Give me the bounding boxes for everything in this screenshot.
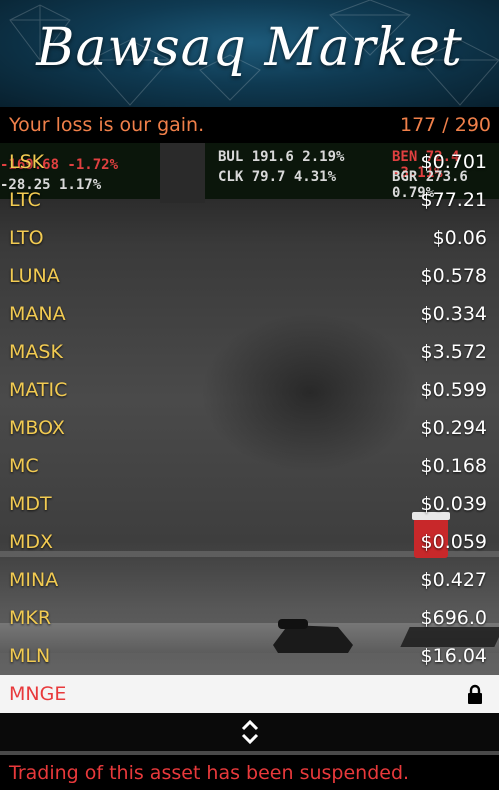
- asset-row[interactable]: MLN $16.04: [0, 637, 499, 675]
- asset-row[interactable]: MBOX $0.294: [0, 409, 499, 447]
- asset-symbol: MDX: [9, 531, 54, 553]
- asset-price: $0.168: [420, 455, 487, 477]
- scroll-up-down-icon[interactable]: [240, 718, 260, 746]
- asset-row[interactable]: MANA $0.334: [0, 295, 499, 333]
- asset-rows: LSK $0.701 LTC $77.21 LTO $0.06 LUNA $0.578 MANA…: [0, 143, 499, 713]
- asset-symbol: MKR: [9, 607, 52, 629]
- asset-price: $0.334: [420, 303, 487, 325]
- asset-price: $0.294: [420, 417, 487, 439]
- asset-row[interactable]: LTO $0.06: [0, 219, 499, 257]
- asset-row[interactable]: MATIC $0.599: [0, 371, 499, 409]
- asset-price: $77.21: [420, 189, 487, 211]
- item-counter: 177 / 290: [399, 114, 491, 136]
- asset-symbol: MLN: [9, 645, 51, 667]
- asset-row[interactable]: MKR $696.0: [0, 599, 499, 637]
- asset-symbol: MINA: [9, 569, 59, 591]
- asset-price: $0.427: [420, 569, 487, 591]
- scroll-nav[interactable]: [0, 713, 499, 751]
- asset-price: $696.0: [420, 607, 487, 629]
- asset-row[interactable]: MC $0.168: [0, 447, 499, 485]
- asset-symbol: LSK: [9, 151, 45, 173]
- asset-price: $0.599: [420, 379, 487, 401]
- asset-list[interactable]: BUL 191.6 2.19% CLK 79.7 4.31% BEN 72.4 …: [0, 143, 499, 713]
- asset-price: $0.059: [420, 531, 487, 553]
- asset-price: $0.06: [432, 227, 487, 249]
- asset-price: $0.039: [420, 493, 487, 515]
- asset-row[interactable]: LUNA $0.578: [0, 257, 499, 295]
- asset-symbol: LUNA: [9, 265, 60, 287]
- asset-price: $3.572: [420, 341, 487, 363]
- asset-symbol: LTO: [9, 227, 44, 249]
- asset-symbol: LTC: [9, 189, 41, 211]
- info-bar: Your loss is our gain. 177 / 290: [0, 107, 499, 143]
- selected-asset-row[interactable]: MNGE: [0, 675, 499, 713]
- asset-row[interactable]: LTC $77.21: [0, 181, 499, 219]
- asset-symbol: MATIC: [9, 379, 68, 401]
- page-title: Bawsaq Market: [36, 18, 463, 78]
- suspended-notice: Trading of this asset has been suspended…: [9, 761, 410, 784]
- asset-row[interactable]: MDX $0.059: [0, 523, 499, 561]
- asset-symbol: MBOX: [9, 417, 65, 439]
- asset-row[interactable]: MASK $3.572: [0, 333, 499, 371]
- asset-row[interactable]: LSK $0.701: [0, 143, 499, 181]
- asset-price: $0.701: [420, 151, 487, 173]
- asset-symbol: MASK: [9, 341, 63, 363]
- asset-symbol: MANA: [9, 303, 66, 325]
- slogan-text: Your loss is our gain.: [9, 114, 205, 136]
- asset-symbol: MNGE: [9, 683, 67, 705]
- asset-row[interactable]: MDT $0.039: [0, 485, 499, 523]
- asset-symbol: MDT: [9, 493, 52, 515]
- asset-row[interactable]: MINA $0.427: [0, 561, 499, 599]
- app-header: Bawsaq Market: [0, 0, 499, 107]
- asset-price: $0.578: [420, 265, 487, 287]
- asset-symbol: MC: [9, 455, 39, 477]
- status-message: Trading of this asset has been suspended…: [0, 755, 499, 790]
- asset-price: $16.04: [420, 645, 487, 667]
- lock-icon: [468, 684, 482, 704]
